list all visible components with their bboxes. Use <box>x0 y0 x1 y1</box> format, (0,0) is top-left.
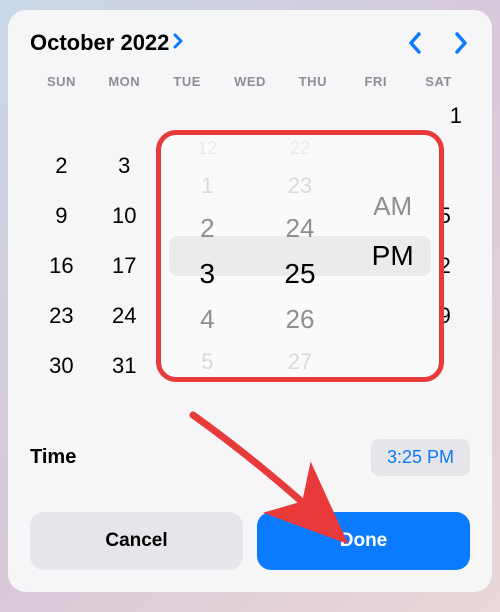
picker-item: 1 <box>201 173 213 199</box>
picker-item: AM <box>373 188 412 224</box>
chevron-right-icon <box>173 32 185 55</box>
picker-item: 12 <box>197 138 217 159</box>
picker-item: 2 <box>200 213 214 244</box>
prev-month-button[interactable] <box>406 30 424 56</box>
done-button[interactable]: Done <box>257 512 470 570</box>
day-of-week-headers: SUN MON TUE WED THU FRI SAT <box>30 74 470 89</box>
day-cell[interactable]: 24 <box>93 303 156 329</box>
day-header: SAT <box>407 74 470 89</box>
next-month-button[interactable] <box>452 30 470 56</box>
hour-wheel[interactable]: 12 1 2 3 4 5 <box>161 145 254 367</box>
day-cell[interactable]: 2 <box>30 153 93 179</box>
day-cell[interactable]: 3 <box>93 153 156 179</box>
day-header: THU <box>281 74 344 89</box>
picker-item: 24 <box>286 213 315 244</box>
picker-content: 12 1 2 3 4 5 22 23 24 25 26 27 AM PM XX <box>161 145 439 367</box>
ampm-wheel[interactable]: AM PM XX <box>346 145 439 367</box>
minute-wheel[interactable]: 22 23 24 25 26 27 <box>254 145 347 367</box>
picker-item-selected: PM <box>372 238 414 274</box>
picker-item: 4 <box>200 304 214 335</box>
cancel-button[interactable]: Cancel <box>30 512 243 570</box>
picker-item: 26 <box>286 304 315 335</box>
date-time-picker-sheet: October 2022 SUN MON TUE WED THU FRI SAT <box>8 10 492 592</box>
month-year-button[interactable]: October 2022 <box>30 30 185 56</box>
month-nav <box>406 30 470 56</box>
time-value-button[interactable]: 3:25 PM <box>371 439 470 476</box>
header: October 2022 <box>30 30 470 56</box>
time-row: Time 3:25 PM <box>30 439 470 476</box>
day-cell[interactable]: 16 <box>30 253 93 279</box>
time-picker-wheel[interactable]: 12 1 2 3 4 5 22 23 24 25 26 27 AM PM XX <box>156 130 444 382</box>
picker-item: 5 <box>201 349 213 375</box>
day-header: FRI <box>344 74 407 89</box>
day-cell[interactable]: 10 <box>93 203 156 229</box>
month-year-label: October 2022 <box>30 30 169 56</box>
time-label: Time <box>30 446 76 469</box>
day-cell[interactable]: 17 <box>93 253 156 279</box>
day-header: SUN <box>30 74 93 89</box>
picker-item-selected: 3 <box>200 258 216 290</box>
day-cell[interactable]: 9 <box>30 203 93 229</box>
day-cell[interactable]: 1 <box>407 103 470 129</box>
day-cell[interactable]: 30 <box>30 353 93 379</box>
picker-item: 27 <box>288 349 312 375</box>
day-header: WED <box>219 74 282 89</box>
day-cell[interactable]: 31 <box>93 353 156 379</box>
day-header: MON <box>93 74 156 89</box>
day-cell[interactable]: 23 <box>30 303 93 329</box>
picker-item: 23 <box>288 173 312 199</box>
day-header: TUE <box>156 74 219 89</box>
picker-item: 22 <box>290 138 310 159</box>
button-row: Cancel Done <box>30 512 470 570</box>
picker-item-selected: 25 <box>284 258 315 290</box>
